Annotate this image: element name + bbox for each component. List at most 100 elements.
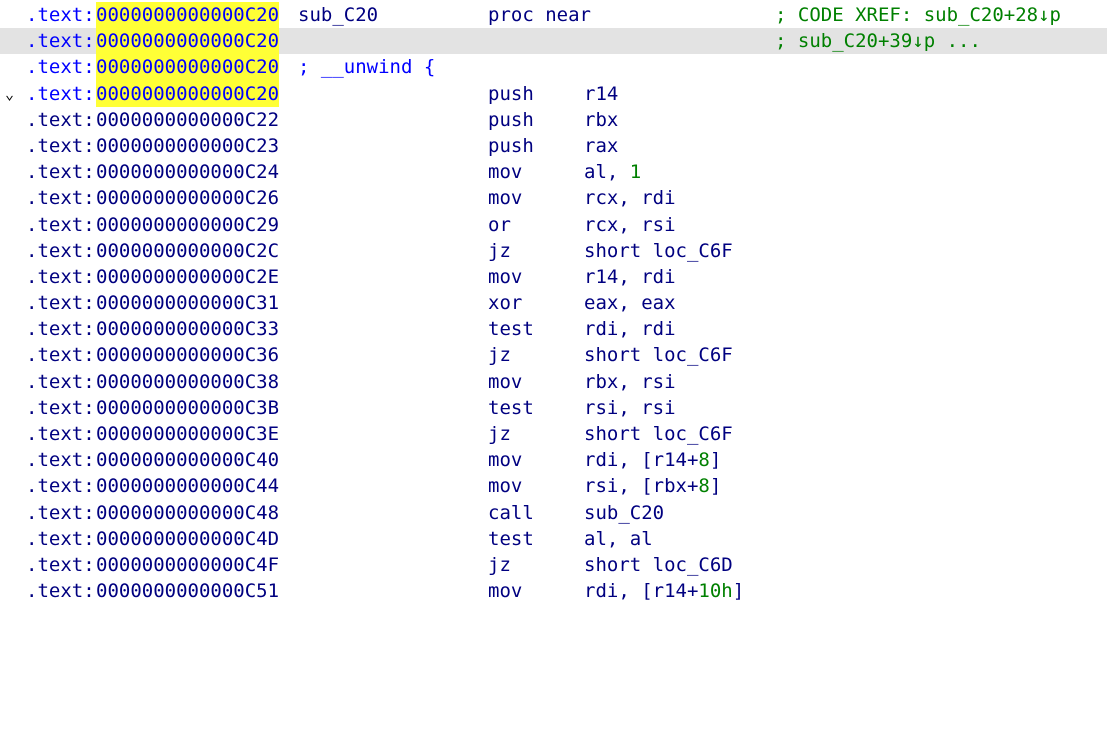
code-line[interactable]: .text: 0000000000000C20 sub_C20 proc nea… bbox=[0, 2, 1107, 29]
code-line[interactable]: .text: 0000000000000C22 push rbx bbox=[0, 107, 1107, 133]
jump-target[interactable]: short loc_C6F bbox=[584, 342, 733, 368]
address[interactable]: 0000000000000C20 bbox=[96, 80, 280, 107]
code-line[interactable]: .text: 0000000000000C20 ; __unwind { bbox=[0, 54, 1107, 81]
jump-target[interactable]: short loc_C6F bbox=[584, 238, 733, 264]
code-line[interactable]: ⌄ .text: 0000000000000C20 push r14 bbox=[0, 80, 1107, 107]
mnemonic[interactable]: mov bbox=[488, 473, 522, 499]
address[interactable]: 0000000000000C51 bbox=[96, 578, 279, 604]
mnemonic[interactable]: mov bbox=[488, 578, 522, 604]
mnemonic[interactable]: jz bbox=[488, 342, 511, 368]
code-line[interactable]: .text: 0000000000000C51 mov rdi, [r14+10… bbox=[0, 578, 1107, 604]
address[interactable]: 0000000000000C29 bbox=[96, 212, 279, 238]
code-line[interactable]: .text: 0000000000000C48 call sub_C20 bbox=[0, 500, 1107, 526]
code-line[interactable]: .text: 0000000000000C44 mov rsi, [rbx+8] bbox=[0, 473, 1107, 499]
code-line[interactable]: .text: 0000000000000C4D test al, al bbox=[0, 526, 1107, 552]
jump-target[interactable]: short loc_C6F bbox=[584, 421, 733, 447]
operands[interactable]: rcx, rsi bbox=[584, 212, 676, 238]
mnemonic[interactable]: jz bbox=[488, 421, 511, 447]
mnemonic[interactable]: or bbox=[488, 212, 511, 238]
address[interactable]: 0000000000000C44 bbox=[96, 473, 279, 499]
address[interactable]: 0000000000000C23 bbox=[96, 133, 279, 159]
operands[interactable]: rsi, rsi bbox=[584, 395, 676, 421]
mnemonic[interactable]: push bbox=[488, 133, 534, 159]
immediate-value: 8 bbox=[698, 449, 710, 472]
operands[interactable]: r14, rdi bbox=[584, 264, 676, 290]
code-line[interactable]: .text: 0000000000000C36 jz short loc_C6F bbox=[0, 342, 1107, 368]
address[interactable]: 0000000000000C3E bbox=[96, 421, 279, 447]
address[interactable]: 0000000000000C22 bbox=[96, 107, 279, 133]
mnemonic[interactable]: mov bbox=[488, 264, 522, 290]
code-line[interactable]: .text: 0000000000000C3B test rsi, rsi bbox=[0, 395, 1107, 421]
code-line[interactable]: .text: 0000000000000C2E mov r14, rdi bbox=[0, 264, 1107, 290]
address[interactable]: 0000000000000C20 bbox=[96, 54, 280, 81]
code-line[interactable]: .text: 0000000000000C2C jz short loc_C6F bbox=[0, 238, 1107, 264]
mnemonic[interactable]: jz bbox=[488, 238, 511, 264]
disassembly-listing[interactable]: .text: 0000000000000C20 sub_C20 proc nea… bbox=[0, 2, 1107, 604]
segment-name: .text: bbox=[26, 475, 95, 498]
address[interactable]: 0000000000000C4F bbox=[96, 552, 279, 578]
operands[interactable]: r14 bbox=[584, 81, 618, 107]
segment-name: .text: bbox=[26, 527, 95, 550]
segment-name: .text: bbox=[26, 4, 95, 26]
code-line[interactable]: .text: 0000000000000C29 or rcx, rsi bbox=[0, 212, 1107, 238]
jump-target[interactable]: short loc_C6D bbox=[584, 552, 733, 578]
mnemonic[interactable]: mov bbox=[488, 159, 522, 185]
code-line[interactable]: .text: 0000000000000C40 mov rdi, [r14+8] bbox=[0, 447, 1107, 473]
address[interactable]: 0000000000000C2E bbox=[96, 264, 279, 290]
mnemonic[interactable]: push bbox=[488, 107, 534, 133]
segment-name: .text: bbox=[26, 265, 95, 288]
code-line[interactable]: .text: 0000000000000C4F jz short loc_C6D bbox=[0, 552, 1107, 578]
code-line[interactable]: .text: 0000000000000C33 test rdi, rdi bbox=[0, 316, 1107, 342]
call-target[interactable]: sub_C20 bbox=[584, 500, 664, 526]
address[interactable]: 0000000000000C38 bbox=[96, 369, 279, 395]
address[interactable]: 0000000000000C40 bbox=[96, 447, 279, 473]
mnemonic[interactable]: test bbox=[488, 395, 534, 421]
function-label[interactable]: sub_C20 bbox=[298, 2, 378, 28]
address[interactable]: 0000000000000C36 bbox=[96, 342, 279, 368]
operands[interactable]: rax bbox=[584, 133, 618, 159]
operands[interactable]: al, al bbox=[584, 526, 653, 552]
mnemonic[interactable]: jz bbox=[488, 552, 511, 578]
code-line[interactable]: .text: 0000000000000C31 xor eax, eax bbox=[0, 290, 1107, 316]
segment-name: .text: bbox=[26, 370, 95, 393]
segment-name: .text: bbox=[26, 292, 95, 315]
operands[interactable]: rbx bbox=[584, 107, 618, 133]
code-line[interactable]: .text: 0000000000000C3E jz short loc_C6F bbox=[0, 421, 1107, 447]
address[interactable]: 0000000000000C2C bbox=[96, 238, 279, 264]
operands[interactable]: eax, eax bbox=[584, 290, 676, 316]
address[interactable]: 0000000000000C20 bbox=[96, 2, 280, 29]
code-line[interactable]: .text: 0000000000000C24 mov al, 1 bbox=[0, 159, 1107, 185]
immediate-value: 8 bbox=[698, 475, 710, 498]
operands[interactable]: rsi, [rbx+8] bbox=[584, 473, 721, 499]
address[interactable]: 0000000000000C31 bbox=[96, 290, 279, 316]
xref-comment[interactable]: ; CODE XREF: sub_C20+28↓p bbox=[775, 2, 1061, 28]
address[interactable]: 0000000000000C26 bbox=[96, 185, 279, 211]
operands[interactable]: rdi, rdi bbox=[584, 316, 676, 342]
fold-chevron-icon[interactable]: ⌄ bbox=[5, 81, 21, 107]
address[interactable]: 0000000000000C48 bbox=[96, 500, 279, 526]
mnemonic[interactable]: mov bbox=[488, 185, 522, 211]
address[interactable]: 0000000000000C33 bbox=[96, 316, 279, 342]
xref-comment[interactable]: ; sub_C20+39↓p ... bbox=[775, 28, 981, 54]
mnemonic[interactable]: mov bbox=[488, 447, 522, 473]
address[interactable]: 0000000000000C4D bbox=[96, 526, 279, 552]
operands[interactable]: rdi, [r14+8] bbox=[584, 447, 721, 473]
operands[interactable]: rcx, rdi bbox=[584, 185, 676, 211]
code-line[interactable]: .text: 0000000000000C26 mov rcx, rdi bbox=[0, 185, 1107, 211]
segment-name: .text: bbox=[26, 396, 95, 419]
code-line[interactable]: .text: 0000000000000C23 push rax bbox=[0, 133, 1107, 159]
mnemonic[interactable]: call bbox=[488, 500, 534, 526]
code-line-selected[interactable]: .text: 0000000000000C20 ; sub_C20+39↓p .… bbox=[0, 28, 1107, 55]
mnemonic[interactable]: push bbox=[488, 81, 534, 107]
mnemonic[interactable]: test bbox=[488, 316, 534, 342]
mnemonic[interactable]: xor bbox=[488, 290, 522, 316]
operands[interactable]: al, 1 bbox=[584, 159, 641, 185]
code-line[interactable]: .text: 0000000000000C38 mov rbx, rsi bbox=[0, 369, 1107, 395]
address[interactable]: 0000000000000C3B bbox=[96, 395, 279, 421]
operands[interactable]: rdi, [r14+10h] bbox=[584, 578, 744, 604]
mnemonic[interactable]: test bbox=[488, 526, 534, 552]
address[interactable]: 0000000000000C24 bbox=[96, 159, 279, 185]
mnemonic[interactable]: mov bbox=[488, 369, 522, 395]
address[interactable]: 0000000000000C20 bbox=[96, 28, 280, 55]
operands[interactable]: rbx, rsi bbox=[584, 369, 676, 395]
